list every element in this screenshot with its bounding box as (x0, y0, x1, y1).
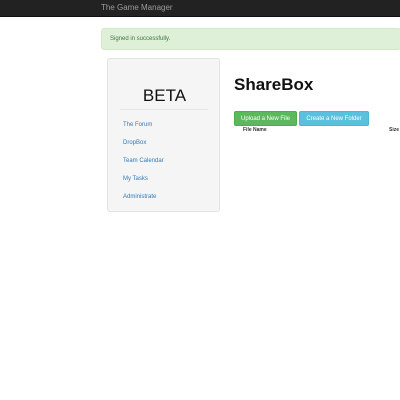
sidebar-link-dropbox[interactable]: DropBox (123, 139, 146, 147)
success-alert: Signed in successfully. (101, 28, 400, 50)
navbar-brand[interactable]: The Game Manager (101, 2, 173, 13)
column-header-file-name: File Name (243, 127, 267, 133)
sidebar-link-administrate[interactable]: Administrate (123, 193, 156, 201)
sidebar-link-team-calendar[interactable]: Team Calendar (123, 157, 164, 165)
top-navbar: The Game Manager (0, 0, 400, 17)
alert-message: Signed in successfully. (110, 36, 171, 42)
sidebar: BETA The Forum DropBox Team Calendar My … (107, 58, 220, 212)
upload-file-button[interactable]: Upload a New File (234, 111, 297, 126)
column-header-size: Size (389, 127, 400, 133)
create-folder-button[interactable]: Create a New Folder (299, 111, 369, 126)
sidebar-divider (120, 109, 208, 110)
sidebar-link-forum[interactable]: The Forum (123, 121, 152, 129)
sidebar-link-my-tasks[interactable]: My Tasks (123, 175, 148, 183)
page-title: ShareBox (234, 75, 314, 94)
sidebar-logo: BETA (142, 86, 187, 105)
